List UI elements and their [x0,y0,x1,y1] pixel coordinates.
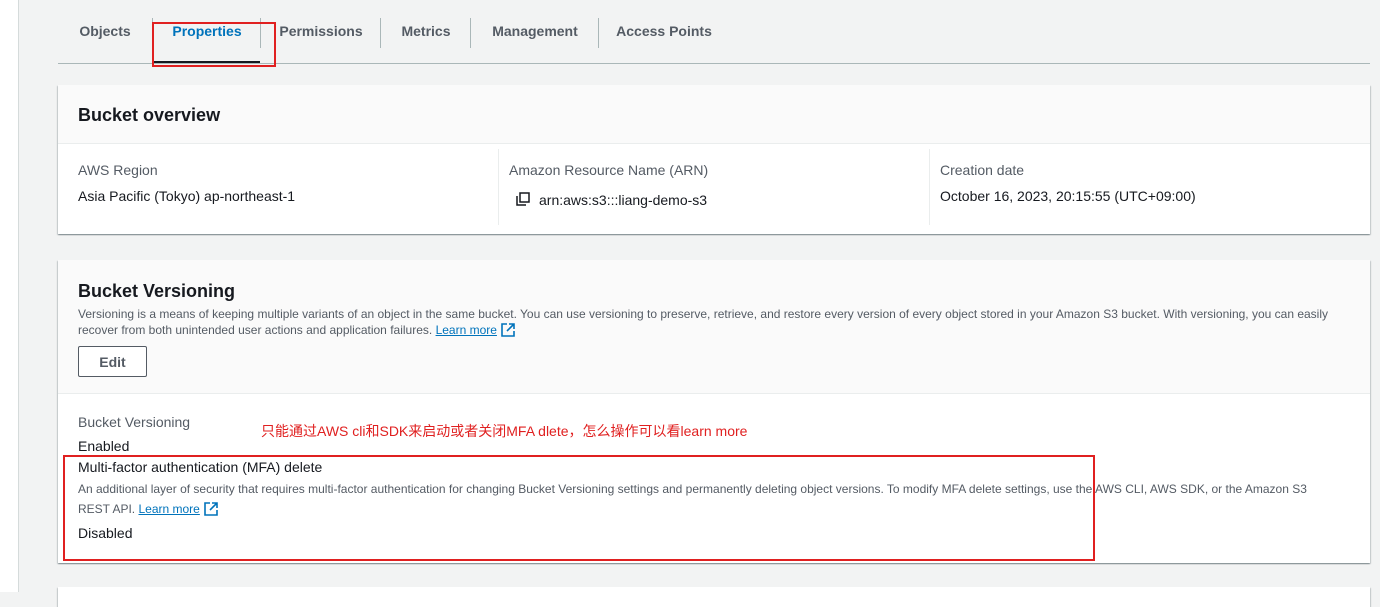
creation-date-value: October 16, 2023, 20:15:55 (UTC+09:00) [940,188,1196,204]
tab-permissions[interactable]: Permissions [262,0,380,62]
bucket-tabs: Objects Properties Permissions Metrics M… [58,0,1370,64]
tab-divider [152,18,153,48]
learn-more-link[interactable]: Learn more [436,323,497,337]
arn-value: arn:aws:s3:::liang-demo-s3 [539,192,708,208]
bucket-versioning-panel: Bucket Versioning Versioning is a means … [58,260,1370,563]
versioning-description-text: recover from both unintended user action… [78,323,433,337]
bucket-overview-panel: Bucket overview AWS Region Asia Pacific … [58,85,1370,234]
panel-header [58,85,1370,144]
versioning-status-value: Enabled [78,438,130,454]
copy-icon[interactable] [516,192,530,206]
edit-button[interactable]: Edit [78,346,147,377]
region-label: AWS Region [78,162,158,178]
tab-divider [470,18,471,48]
tab-metrics[interactable]: Metrics [382,0,470,62]
mfa-description-text: REST API. [78,502,136,516]
column-divider [498,149,499,225]
creation-date-label: Creation date [940,162,1025,178]
versioning-description-line: Versioning is a means of keeping multipl… [78,307,1329,321]
tab-divider [598,18,599,48]
mfa-learn-more-link[interactable]: Learn more [138,502,199,516]
region-value: Asia Pacific (Tokyo) ap-northeast-1 [78,188,296,204]
tab-access-points[interactable]: Access Points [600,0,728,62]
tab-properties[interactable]: Properties [154,0,260,63]
mfa-description-line: An additional layer of security that req… [78,482,1307,496]
tab-divider [380,18,381,48]
versioning-status-label: Bucket Versioning [78,414,191,430]
mfa-description-line2: REST API. Learn more [78,499,1358,519]
versioning-description: Versioning is a means of keeping multipl… [78,306,1358,338]
external-link-icon[interactable] [204,502,218,516]
tab-objects[interactable]: Objects [58,0,152,62]
versioning-description-line2: recover from both unintended user action… [78,322,1358,338]
mfa-delete-label: Multi-factor authentication (MFA) delete [78,459,323,475]
next-panel [58,587,1370,607]
annotation-note: 只能通过AWS cli和SDK来启动或者关闭MFA dlete，怎么操作可以看l… [261,423,748,439]
mfa-description: An additional layer of security that req… [78,479,1358,519]
tab-management[interactable]: Management [472,0,598,62]
panel-title: Bucket Versioning [78,281,236,301]
panel-title: Bucket overview [78,105,221,125]
left-navigation-edge [0,0,19,592]
tab-divider [260,18,261,48]
external-link-icon[interactable] [501,323,515,337]
arn-label: Amazon Resource Name (ARN) [509,162,709,178]
column-divider [929,149,930,225]
mfa-delete-value: Disabled [78,525,133,541]
